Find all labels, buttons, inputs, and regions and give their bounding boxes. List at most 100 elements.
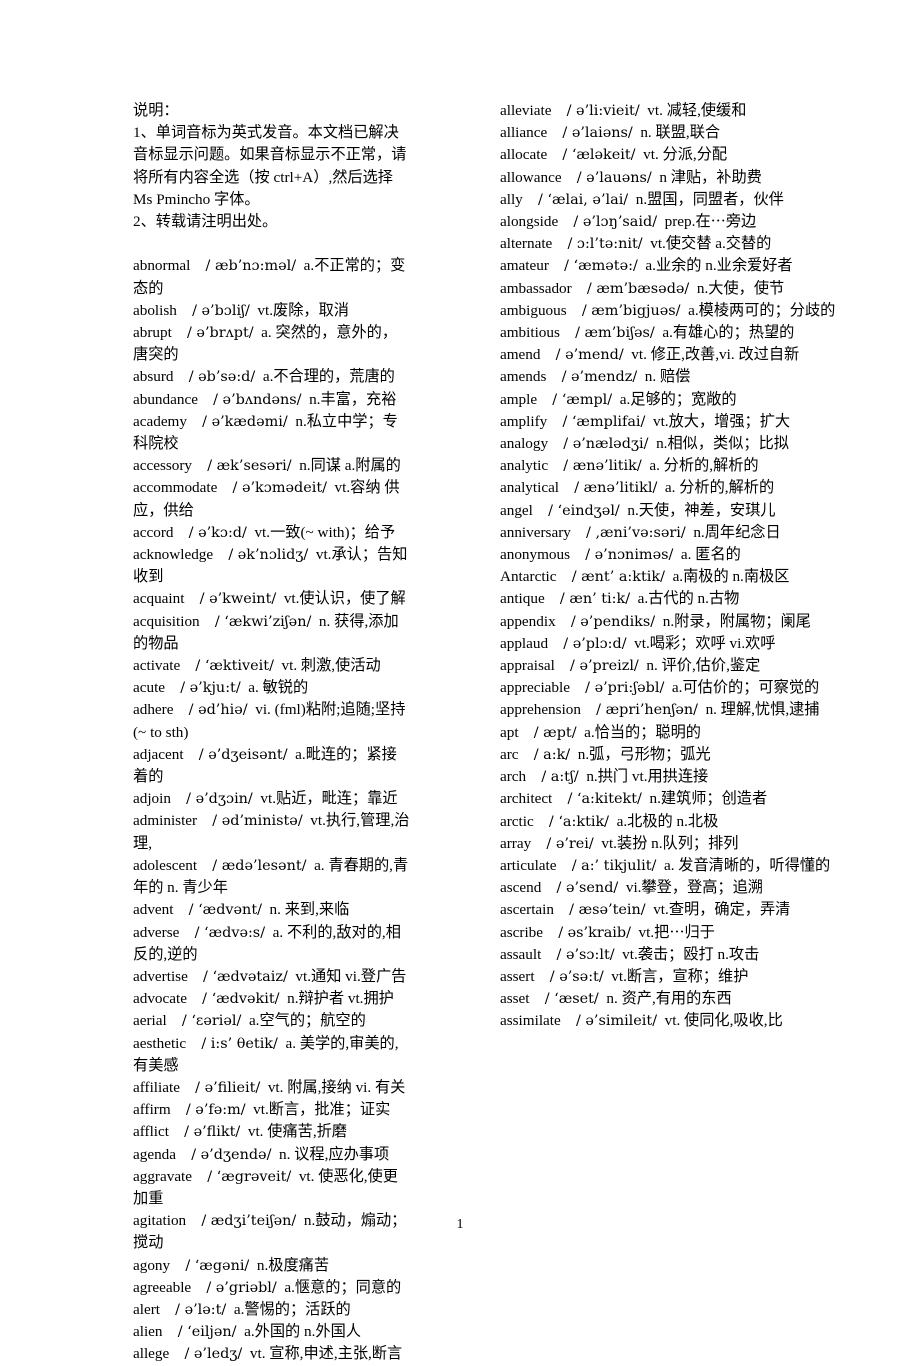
entry-definition: vt.袭击；殴打 n.攻击 (622, 945, 760, 963)
entry-definition: n.大使，使节 (696, 279, 785, 297)
entry-word: ambiguous (500, 301, 567, 319)
entry-phonetic: / ænə’litik/ (563, 458, 642, 475)
entry-definition: vt. 使同化,吸收,比 (664, 1012, 783, 1030)
entry-definition: vt.把⋯归于 (638, 923, 715, 941)
entry-gap (657, 213, 665, 230)
entry-gap (237, 1323, 245, 1340)
entry-definition: n.周年纪念日 (693, 523, 781, 541)
entry-gap (163, 1323, 178, 1340)
dictionary-entry: adjoin / ə’dʒɔin/ vt.贴近，毗连；靠近 (133, 788, 411, 810)
entry-gap (557, 857, 572, 874)
entry-gap (570, 746, 578, 763)
entry-phonetic: / ‘ækwi’ziʃən/ (214, 613, 312, 630)
entry-phonetic: / ə’rei/ (546, 835, 594, 852)
dictionary-entry: affiliate / ə’filieit/ vt. 附属,接纳 vi. 有关 (133, 1077, 411, 1099)
dictionary-entry: angel / ‘eindʒəl/ n.天使，神差，安琪儿 (500, 500, 865, 522)
entry-phonetic: / ‘eindʒəl/ (548, 502, 620, 519)
entry-gap (628, 191, 636, 208)
dictionary-entry: ambitious / æm’biʃəs/ a.有雄心的；热望的 (500, 322, 865, 344)
entry-phonetic: / ə’simileit/ (575, 1013, 658, 1030)
entry-gap (547, 124, 562, 141)
entry-gap (171, 790, 186, 807)
dictionary-entry: aesthetic / i:s’ θetik/ a. 美学的,审美的,有美感 (133, 1033, 411, 1077)
entry-phonetic: / ə’mend/ (555, 347, 624, 364)
entry-definition: vt.通知 vi.登广告 (295, 967, 407, 985)
entry-phonetic: / ək’nɔlidʒ/ (228, 547, 309, 564)
entry-phonetic: / a:k/ (533, 746, 571, 763)
entry-definition: a.可估价的；可察觉的 (671, 679, 820, 697)
dictionary-entry: analytic / ænə’litik/ a. 分析的,解析的 (500, 455, 865, 477)
dictionary-entry: appreciable / ə’pri:ʃəbl/ a.可估价的；可察觉的 (500, 677, 865, 699)
entry-gap (555, 657, 570, 674)
entry-gap (176, 1146, 191, 1163)
dictionary-entry: afflict / ə’flikt/ vt. 使痛苦,折磨 (133, 1121, 411, 1143)
entry-definition: vt.装扮 n.队列；排列 (601, 834, 739, 852)
entry-definition: prep.在⋯旁边 (664, 213, 757, 231)
entry-definition: vt.贴近，毗连；靠近 (260, 790, 398, 808)
dictionary-entry: allocate / ‘æləkeit/ vt. 分派,分配 (500, 144, 865, 166)
entry-phonetic: / ə’pri:ʃəbl/ (585, 680, 665, 697)
entry-gap (552, 235, 567, 252)
entry-definition: a.不合理的，荒唐的 (262, 368, 395, 386)
entry-definition: a. 匿名的 (680, 546, 741, 564)
entry-word: allowance (500, 168, 562, 186)
entry-phonetic: / ,æni’və:səri/ (586, 524, 686, 541)
entry-word: adhere (133, 701, 174, 719)
entry-phonetic: / æsə’tein/ (569, 902, 646, 919)
entry-word: anonymous (500, 546, 571, 564)
entry-word: articulate (500, 856, 557, 874)
entry-definition: n. 议程,应办事项 (279, 1145, 390, 1163)
entry-phonetic: / æpri’henʃən/ (596, 702, 698, 719)
entry-phonetic: / ‘a:ktik/ (548, 813, 610, 830)
entry-word: agony (133, 1256, 171, 1274)
entry-word: architect (500, 790, 553, 808)
entry-gap (190, 257, 205, 274)
entry-word: assault (500, 945, 542, 963)
entry-gap (556, 613, 571, 630)
entry-gap (276, 590, 284, 607)
entry-gap (197, 857, 212, 874)
entry-gap (533, 502, 548, 519)
entry-gap (192, 457, 207, 474)
entry-gap (173, 524, 188, 541)
dictionary-entry: absurd / əb’sə:d/ a.不合理的，荒唐的 (133, 366, 411, 388)
entry-word: ample (500, 390, 538, 408)
dictionary-entry: ambassador / æm’bæsədə/ n.大使，使节 (500, 278, 865, 300)
dictionary-entry: alleviate / ə’li:vieit/ vt. 减轻,使缓和 (500, 100, 865, 122)
entry-definition: n.极度痛苦 (256, 1256, 330, 1274)
entry-word: advent (133, 901, 174, 919)
entry-gap (547, 413, 562, 430)
entry-gap (656, 857, 664, 874)
entry-phonetic: / ə’flikt/ (184, 1124, 241, 1141)
entry-definition: n. 来到,来临 (269, 901, 350, 919)
dictionary-entry: agreeable / ə’griəbl/ a.惬意的；同意的 (133, 1277, 411, 1299)
notes-heading: 说明： (133, 102, 179, 119)
entry-phonetic: / ə’bʌndəns/ (213, 391, 302, 408)
entry-phonetic: / ə’bɔliʃ/ (192, 302, 250, 319)
entry-phonetic: / æm’bigjuəs/ (581, 302, 681, 319)
notes-item-2: 2、转载请注明出处。 (133, 213, 278, 231)
entry-word: alliance (500, 124, 548, 142)
entry-definition: a.警惕的；活跃的 (233, 1300, 351, 1318)
entry-phonetic: / æpt/ (533, 724, 577, 741)
dictionary-entry: array / ə’rei/ vt.装扮 n.队列；排列 (500, 833, 865, 855)
entry-gap (637, 368, 645, 385)
entry-phonetic: / ‘ædvənt/ (188, 902, 262, 919)
dictionary-entry: anniversary / ,æni’və:səri/ n.周年纪念日 (500, 522, 865, 544)
entry-word: acknowledge (133, 546, 214, 564)
entry-phonetic: / ə’brʌpt/ (187, 325, 254, 342)
entry-gap (519, 724, 534, 741)
entry-gap (537, 391, 552, 408)
dictionary-entry: articulate / a:’ tikjulit/ a. 发音清晰的，听得懂的 (500, 855, 865, 877)
entry-definition: a.业余的 n.业余爱好者 (645, 257, 793, 275)
entry-word: acquisition (133, 612, 200, 630)
entry-word: appreciable (500, 679, 570, 697)
dictionary-entry: adhere / əd’hiə/ vi. (fml)粘附;追随;坚持(~ to … (133, 699, 411, 743)
entry-gap (301, 391, 309, 408)
entry-word: array (500, 834, 532, 852)
entry-phonetic: / ə’dʒeisənt/ (198, 746, 288, 763)
entry-gap (554, 901, 569, 918)
entry-word: accommodate (133, 479, 218, 497)
entry-word: academy (133, 412, 187, 430)
dictionary-entry: advertise / ‘ædvətaiz/ vt.通知 vi.登广告 (133, 966, 411, 988)
